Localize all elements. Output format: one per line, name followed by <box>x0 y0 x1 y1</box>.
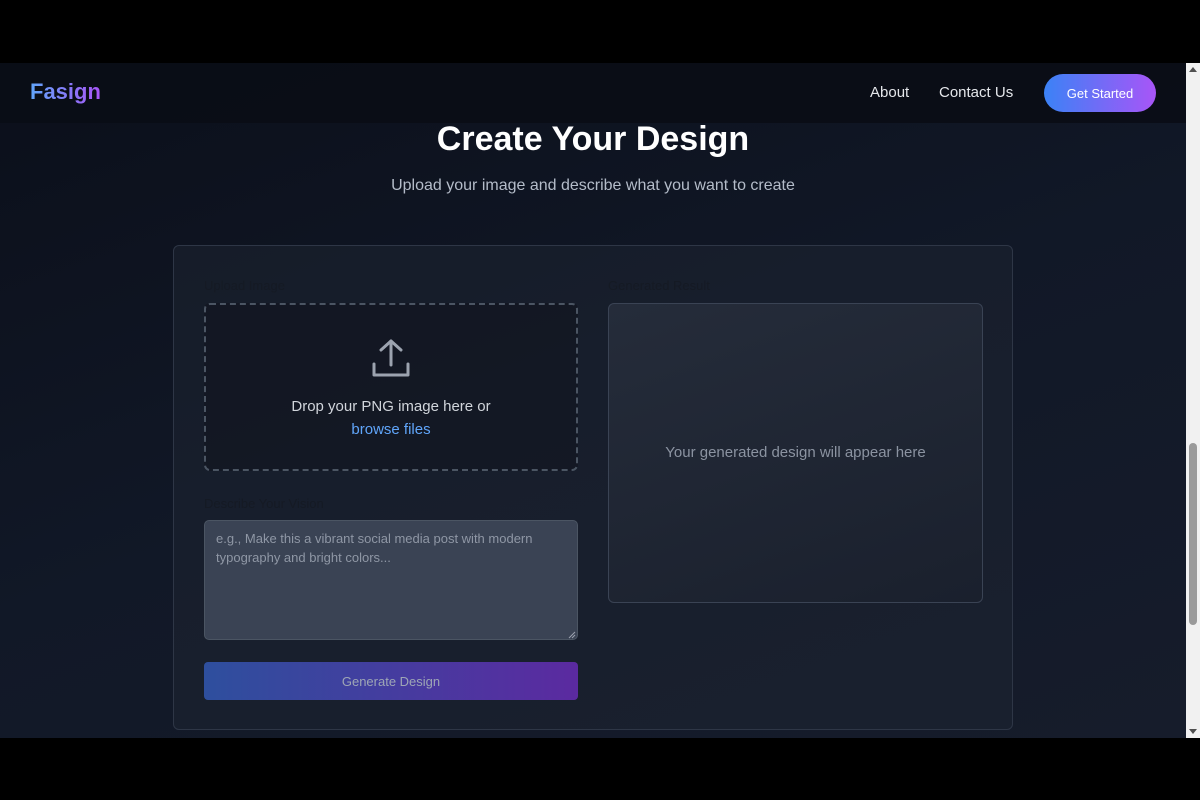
design-card: Upload Image Drop your PNG image here or… <box>173 245 1013 730</box>
brand-logo[interactable]: Fasign <box>30 79 101 105</box>
vertical-scrollbar[interactable] <box>1186 63 1200 738</box>
letterbox-bottom <box>0 738 1200 800</box>
letterbox-top <box>0 0 1200 63</box>
image-dropzone[interactable]: Drop your PNG image here or browse files <box>204 303 578 471</box>
result-preview-area: Your generated design will appear here <box>608 303 983 603</box>
page-subtitle: Upload your image and describe what you … <box>391 177 795 194</box>
scrollbar-thumb[interactable] <box>1189 443 1197 625</box>
nav-link-about[interactable]: About <box>870 84 909 101</box>
upload-icon <box>372 339 410 377</box>
drop-instructions: Drop your PNG image here or <box>291 398 491 415</box>
browse-files-link[interactable]: browse files <box>206 421 576 438</box>
upload-image-label: Upload Image <box>204 278 285 293</box>
describe-vision-label: Describe Your Vision <box>204 496 324 511</box>
generate-design-button[interactable]: Generate Design <box>204 662 578 700</box>
scroll-down-arrow-icon[interactable] <box>1186 724 1200 738</box>
browser-viewport: Fasign About Contact Us Get Started Crea… <box>0 63 1186 738</box>
generated-result-label: Generated Result <box>608 278 710 293</box>
result-placeholder-text: Your generated design will appear here <box>665 444 926 461</box>
navbar: Fasign About Contact Us Get Started <box>0 63 1186 123</box>
get-started-button[interactable]: Get Started <box>1044 74 1156 112</box>
vision-description-input[interactable] <box>204 520 578 640</box>
resize-grip-icon[interactable] <box>568 631 576 639</box>
scroll-up-arrow-icon[interactable] <box>1186 63 1200 77</box>
nav-link-contact-us[interactable]: Contact Us <box>939 84 1013 101</box>
page-title: Create Your Design <box>436 120 750 158</box>
